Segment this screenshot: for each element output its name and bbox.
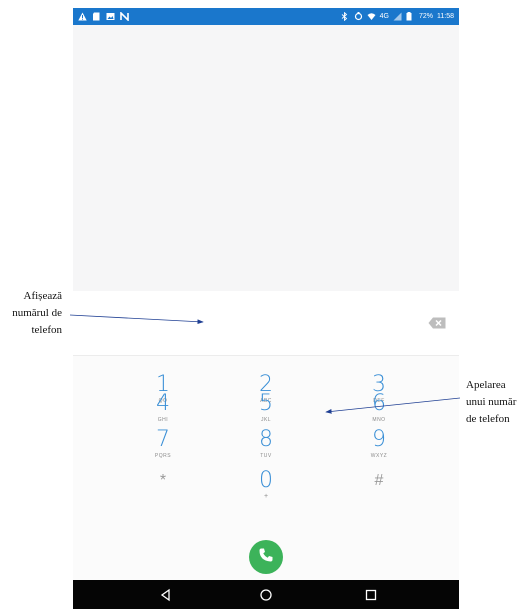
status-left-icons [73,12,129,21]
dialpad-key-7[interactable]: 7 PQRS [118,428,208,468]
number-display-row [73,291,459,356]
phone-icon [258,547,274,568]
sim-icon [92,12,101,21]
key-digit: 9 [372,427,386,452]
n-icon [120,12,129,21]
battery-percent: 72% [418,13,433,20]
dialpad-key-hash[interactable]: # [334,469,424,509]
key-digit: 8 [259,427,273,452]
dialpad-key-9[interactable]: 9 WXYZ [334,428,424,468]
key-digit: * [159,472,167,489]
phone-number-field[interactable] [93,313,417,337]
annotation-dial-number: Apelarea unui număr de telefon [466,379,517,425]
bluetooth-icon [341,12,350,21]
back-icon[interactable] [158,587,174,603]
status-right-icons: 4G 72% 11:58 [341,12,459,21]
key-letters: WXYZ [370,453,388,459]
dialpad-key-0[interactable]: 0 + [221,469,311,509]
key-digit: 5 [259,391,273,416]
battery-icon [406,12,415,21]
image-icon [106,12,115,21]
network-type-label: 4G [379,13,389,20]
wifi-icon [367,12,376,21]
signal-icon [393,12,402,21]
dialpad-key-5[interactable]: 5 JKL [221,392,311,432]
call-button[interactable] [249,540,283,574]
key-digit: # [374,472,384,489]
key-digit: 4 [156,391,170,416]
annotation-number-display: Afișează numărul de telefon [12,290,62,336]
recents-icon[interactable] [363,587,379,603]
navigation-bar [73,580,459,609]
key-letters: GHI [157,417,169,423]
status-bar: 4G 72% 11:58 [73,8,459,25]
dialpad-key-6[interactable]: 6 MNO [334,392,424,432]
key-digit: 7 [156,427,170,452]
clock: 11:58 [437,13,454,20]
key-digit: 0 [259,468,273,493]
home-icon[interactable] [258,587,274,603]
key-letters: MNO [372,417,386,423]
sync-icon [354,12,363,21]
dialpad-key-8[interactable]: 8 TUV [221,428,311,468]
dialpad-key-star[interactable]: * [118,469,208,509]
key-letters: PQRS [154,453,172,459]
key-letters: + [263,493,269,500]
dialpad-key-4[interactable]: 4 GHI [118,392,208,432]
key-letters: JKL [260,417,272,423]
key-digit: 6 [372,391,386,416]
call-history-area [73,25,459,291]
warning-icon [78,12,87,21]
backspace-icon[interactable] [428,316,446,329]
key-letters: TUV [260,453,272,459]
phone-screen: 4G 72% 11:58 1 QO 2 ABC 3 DEF 4 GHI 5 JK… [73,8,459,609]
